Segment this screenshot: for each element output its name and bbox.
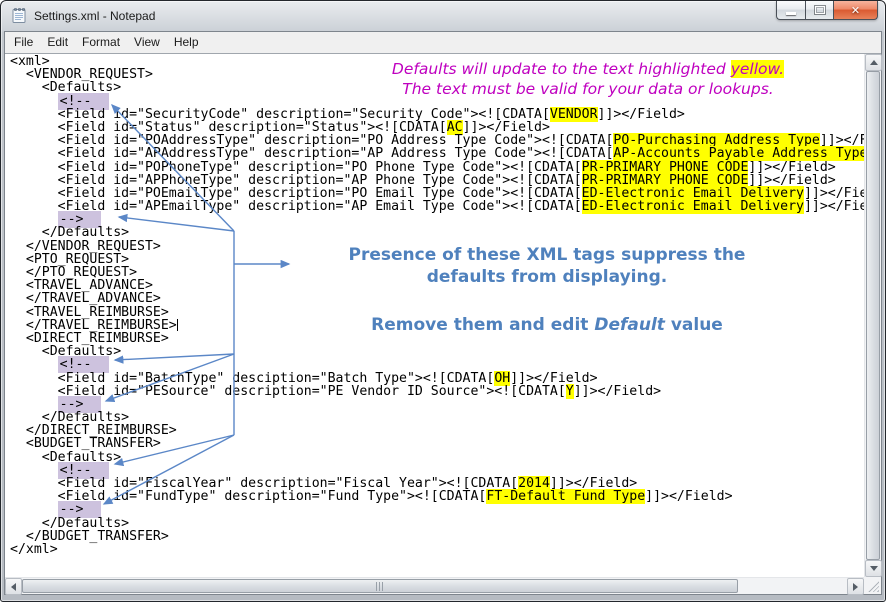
minimize-button[interactable] [776,1,805,20]
notepad-window: Settings.xml - Notepad ✕ FileEditFormatV… [0,0,886,602]
annotation-top-line2: The text must be valid for your data or … [376,79,800,99]
scroll-grip-icon [376,582,384,591]
annotation-top: Defaults will update to the text highlig… [376,59,800,99]
menu-view[interactable]: View [127,32,167,52]
horizontal-scroll-thumb[interactable] [22,579,738,593]
menu-format[interactable]: Format [75,32,127,52]
code-line: <Field id="PESource" description="PE Ven… [10,385,864,398]
scroll-down-button[interactable] [865,560,882,577]
scroll-right-icon [853,583,858,591]
annotation-middle: Presence of these XML tags suppress the … [311,244,783,336]
code-text: ]]></Field> [645,489,732,504]
horizontal-scrollbar[interactable] [5,577,864,594]
code-line: --> [10,503,864,516]
yellow-highlight: FT-Default Fund Type [486,489,645,504]
yellow-highlight: ED-Electronic Email Delivery [582,199,804,214]
close-button[interactable]: ✕ [834,1,878,20]
vertical-scroll-thumb[interactable] [866,71,880,560]
editor: <xml> <VENDOR_REQUEST> <Defaults> <!-- <… [5,53,881,594]
code-line: <BUDGET_TRANSFER> [10,437,864,450]
code-line: <Field id="FundType" description="Fund T… [10,490,864,503]
menu-bar: FileEditFormatViewHelp [5,32,881,52]
maximize-button[interactable] [805,1,834,20]
annotation-top-line1: Defaults will update to the text highlig… [376,59,800,79]
menu-help[interactable]: Help [167,32,206,52]
text-caret [177,319,178,331]
code-line: --> [10,213,864,226]
resize-grip[interactable] [864,577,881,594]
scroll-down-icon [870,566,878,571]
scroll-up-button[interactable] [865,54,882,71]
maximize-icon [815,6,825,14]
code-line: </xml> [10,543,864,556]
yellow-highlight: VENDOR [550,107,598,122]
code-line: </BUDGET_TRANSFER> [10,530,864,543]
code-text: ]]></Field> [804,199,864,214]
code-text: ]]></Field> [598,107,685,122]
scroll-left-icon [11,583,16,591]
title-bar[interactable]: Settings.xml - Notepad ✕ [1,1,885,31]
scroll-right-button[interactable] [847,578,864,595]
menu-file[interactable]: File [7,32,40,52]
code-text: ]]></Field> [574,384,661,399]
client-area: FileEditFormatViewHelp <xml> <VENDOR_REQ… [4,31,882,595]
scroll-left-button[interactable] [5,578,22,595]
close-icon: ✕ [851,5,860,16]
code-line: --> [10,398,864,411]
window-title: Settings.xml - Notepad [34,9,155,23]
annotation-top-highlight: yellow. [731,60,784,78]
annotation-middle-para1: Presence of these XML tags suppress the … [311,244,783,288]
scroll-up-icon [870,60,878,65]
window-controls: ✕ [776,1,878,20]
minimize-icon [786,12,796,15]
vertical-scrollbar[interactable] [864,54,881,577]
menu-edit[interactable]: Edit [40,32,75,52]
code-line: <Defaults> [10,451,864,464]
yellow-highlight: Y [566,384,574,399]
text-area[interactable]: <xml> <VENDOR_REQUEST> <Defaults> <!-- <… [5,54,864,577]
code-line: <Defaults> [10,345,864,358]
code-line: <Field id="APEmailType" description="AP … [10,200,864,213]
annotation-middle-para2: Remove them and edit Default value [311,314,783,336]
code-text: </xml> [10,542,58,557]
notepad-icon [11,7,28,24]
